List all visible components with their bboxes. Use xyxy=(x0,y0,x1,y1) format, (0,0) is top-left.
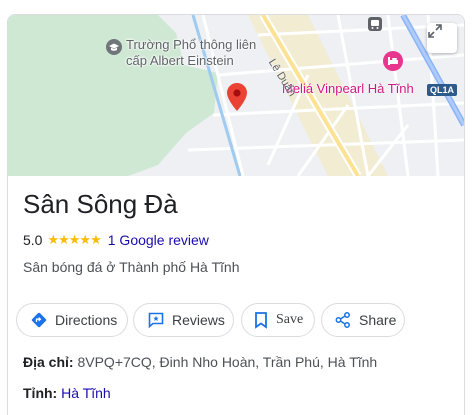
share-button[interactable]: Share xyxy=(321,303,405,337)
reviews-link[interactable]: 1 Google review xyxy=(108,232,209,248)
place-title: Sân Sông Đà xyxy=(23,189,178,219)
save-button[interactable]: Save xyxy=(241,303,315,337)
bookmark-icon xyxy=(255,312,267,329)
save-label: Save xyxy=(276,312,304,327)
map-preview[interactable]: Trường Phổ thông liên cấp Albert Einstei… xyxy=(8,15,464,176)
rating-value: 5.0 xyxy=(23,232,43,248)
rating-row: 5.0 ★★★★★ 1 Google review xyxy=(23,232,209,248)
review-icon xyxy=(148,312,164,329)
share-label: Share xyxy=(359,312,397,328)
address-row: Địa chỉ: 8VPQ+7CQ, Đinh Nho Hoàn, Trần P… xyxy=(23,354,377,370)
school-label-line2: cấp Albert Einstein xyxy=(126,53,234,68)
school-map-label[interactable]: Trường Phổ thông liên cấp Albert Einstei… xyxy=(126,37,256,69)
hotel-map-label[interactable]: Meliá Vinpearl Hà Tĩnh xyxy=(282,81,414,97)
address-label: Địa chỉ: xyxy=(23,354,74,370)
hotel-icon xyxy=(383,51,403,71)
transit-icon xyxy=(368,17,382,31)
directions-label: Directions xyxy=(55,312,118,328)
location-marker-icon xyxy=(227,83,247,111)
highway-shield: QL1A xyxy=(427,84,458,96)
place-card: Trường Phổ thông liên cấp Albert Einstei… xyxy=(7,14,465,415)
expand-icon xyxy=(428,24,442,38)
place-category: Sân bóng đá ở Thành phố Hà Tĩnh xyxy=(23,259,240,275)
directions-button[interactable]: Directions xyxy=(16,303,128,337)
reviews-button[interactable]: Reviews xyxy=(133,303,234,337)
rating-stars: ★★★★★ xyxy=(47,232,101,247)
directions-icon xyxy=(31,312,47,328)
address-value: 8VPQ+7CQ, Đinh Nho Hoàn, Trần Phú, Hà Tĩ… xyxy=(77,354,378,370)
share-icon xyxy=(335,312,350,328)
province-row: Tỉnh: Hà Tĩnh xyxy=(23,385,111,401)
school-label-line1: Trường Phổ thông liên xyxy=(126,37,257,52)
reviews-label: Reviews xyxy=(172,312,225,328)
school-icon xyxy=(106,39,122,55)
expand-map-button[interactable] xyxy=(427,23,457,53)
province-label: Tỉnh: xyxy=(23,385,58,401)
province-link[interactable]: Hà Tĩnh xyxy=(61,385,111,401)
